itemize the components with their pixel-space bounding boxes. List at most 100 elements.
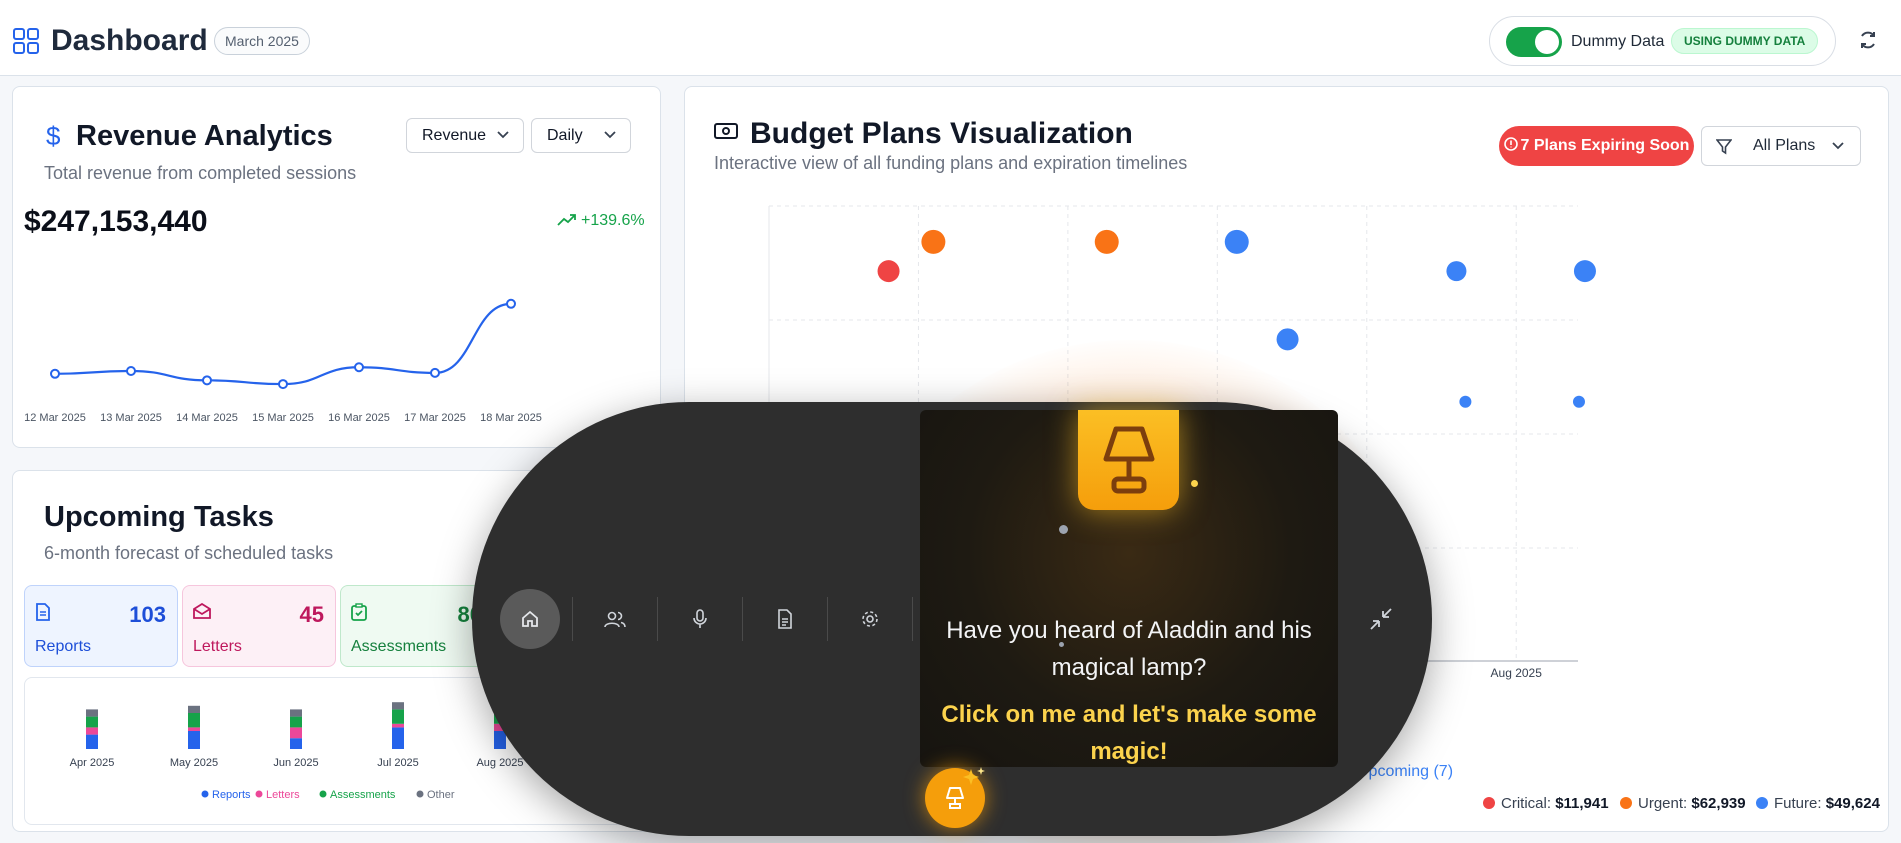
- refresh-icon[interactable]: [1858, 30, 1878, 50]
- x-tick-label: May 2025: [170, 757, 218, 769]
- revenue-title: Revenue Analytics: [76, 120, 333, 152]
- budget-point-critical: [877, 260, 900, 283]
- reports-label: Reports: [35, 638, 92, 655]
- assessments-label: Assessments: [351, 638, 447, 655]
- clipboard-check-icon: [351, 603, 367, 621]
- users-button[interactable]: [585, 589, 645, 649]
- revenue-point: [126, 366, 136, 376]
- bar-segment-letters: [188, 727, 200, 731]
- urgent-dot: [1620, 797, 1632, 809]
- dummy-data-toggle[interactable]: [1506, 27, 1562, 57]
- budget-point-urgent: [1094, 229, 1119, 254]
- critical-value: $11,941: [1555, 795, 1609, 812]
- revenue-line: [54, 302, 512, 386]
- legend-dot: [201, 790, 209, 798]
- tasks-subtitle: 6-month forecast of scheduled tasks: [44, 543, 334, 563]
- bar-segment-letters: [290, 727, 302, 739]
- x-tick-label: Jul 2025: [377, 757, 419, 769]
- page-title: Dashboard: [51, 24, 208, 57]
- bar-segment-letters: [392, 723, 404, 728]
- dollar-icon: $: [46, 121, 61, 151]
- x-tick-label: Aug 2025: [1491, 666, 1543, 680]
- minimize-icon[interactable]: [1366, 604, 1396, 634]
- bar-segment-reports: [188, 731, 200, 749]
- document-button[interactable]: [755, 589, 815, 649]
- settings-button[interactable]: [840, 589, 900, 649]
- revenue-point: [202, 375, 212, 386]
- month-badge: March 2025: [214, 27, 310, 55]
- chevron-down-icon: [604, 131, 616, 139]
- magic-question: Have you heard of Aladdin and his magica…: [946, 617, 1312, 681]
- home-button[interactable]: [500, 589, 560, 649]
- dock-separator: [827, 597, 828, 641]
- bar-segment-other: [290, 709, 302, 717]
- period-select[interactable]: Daily: [531, 118, 631, 153]
- x-tick-label: 15 Mar 2025: [252, 412, 314, 424]
- top-bar: Dashboard March 2025 Dummy Data USING DU…: [0, 0, 1901, 76]
- metric-select[interactable]: Revenue: [406, 118, 524, 153]
- bar-segment-assessments: [392, 709, 404, 724]
- sparkle-dot: [1191, 480, 1198, 487]
- dummy-data-control: Dummy Data USING DUMMY DATA: [1489, 16, 1836, 66]
- x-tick-label: Jun 2025: [273, 757, 318, 769]
- assessments-stat-card[interactable]: 80 Assessments: [340, 585, 494, 667]
- microphone-button[interactable]: [670, 589, 730, 649]
- legend-dot: [319, 790, 327, 798]
- x-tick-label: 16 Mar 2025: [328, 412, 390, 424]
- revenue-point: [506, 298, 516, 309]
- bar-segment-letters: [86, 727, 98, 735]
- revenue-point: [50, 368, 60, 379]
- budget-point-future: [1224, 229, 1249, 254]
- envelope-icon: [193, 603, 211, 619]
- dummy-data-label: Dummy Data: [1571, 33, 1665, 50]
- dock-separator: [912, 597, 913, 641]
- revenue-line-chart: 12 Mar 2025 13 Mar 2025 14 Mar 2025 15 Mar …: [24, 298, 542, 424]
- sparkles-icon: [963, 767, 985, 785]
- users-icon: [604, 611, 626, 628]
- settings-icon: [862, 611, 878, 627]
- dock-separator: [657, 597, 658, 641]
- sparkle-dot: [1059, 525, 1068, 534]
- x-tick-label: 14 Mar 2025: [176, 412, 238, 424]
- legend-future: Future: $49,624: [1756, 795, 1880, 812]
- future-label: Future:: [1774, 795, 1822, 812]
- revenue-point: [430, 367, 440, 378]
- critical-label: Critical:: [1501, 795, 1552, 812]
- budget-point-future: [1446, 261, 1467, 282]
- revenue-point: [354, 362, 364, 373]
- bar-segment-reports: [290, 738, 302, 749]
- budget-point-urgent: [921, 229, 946, 254]
- legend-critical: Critical: $11,941: [1483, 795, 1609, 812]
- future-dot: [1756, 797, 1768, 809]
- revenue-total: $247,153,440: [24, 205, 208, 238]
- legend-label: Other: [427, 789, 455, 801]
- legend-urgent: Urgent: $62,939: [1620, 795, 1746, 812]
- revenue-subtitle: Total revenue from completed sessions: [44, 163, 357, 183]
- lamp-tile[interactable]: [1078, 410, 1179, 510]
- revenue-change-value: +139.6%: [581, 212, 645, 229]
- document-icon: [778, 609, 792, 629]
- urgent-value: $62,939: [1691, 795, 1746, 812]
- x-tick-label: 18 Mar 2025: [480, 412, 542, 424]
- bar-segment-other: [188, 705, 200, 713]
- x-tick-label: 12 Mar 2025: [24, 412, 86, 424]
- tasks-title: Upcoming Tasks: [44, 501, 274, 533]
- letters-stat-card[interactable]: 45 Letters: [182, 585, 336, 667]
- revenue-analytics-card: $ Revenue Analytics Total revenue from c…: [12, 86, 661, 448]
- legend-label: Letters: [266, 789, 300, 801]
- revenue-point: [278, 379, 288, 390]
- future-value: $49,624: [1825, 795, 1880, 812]
- budget-point-future: [1572, 395, 1585, 408]
- bar-segment-reports: [86, 734, 98, 749]
- dummy-data-badge: USING DUMMY DATA: [1671, 28, 1819, 54]
- x-tick-label: 17 Mar 2025: [404, 412, 466, 424]
- microphone-icon: [693, 609, 707, 628]
- bar-segment-other: [392, 702, 404, 710]
- budget-point-future: [1573, 260, 1596, 283]
- magic-call-to-action[interactable]: Click on me and let's make some magic!: [940, 696, 1318, 770]
- lamp-icon: [946, 787, 964, 809]
- chevron-down-icon: [497, 131, 509, 139]
- reports-stat-card[interactable]: 103 Reports: [24, 585, 178, 667]
- legend-dot: [416, 790, 424, 798]
- home-icon: [522, 610, 538, 627]
